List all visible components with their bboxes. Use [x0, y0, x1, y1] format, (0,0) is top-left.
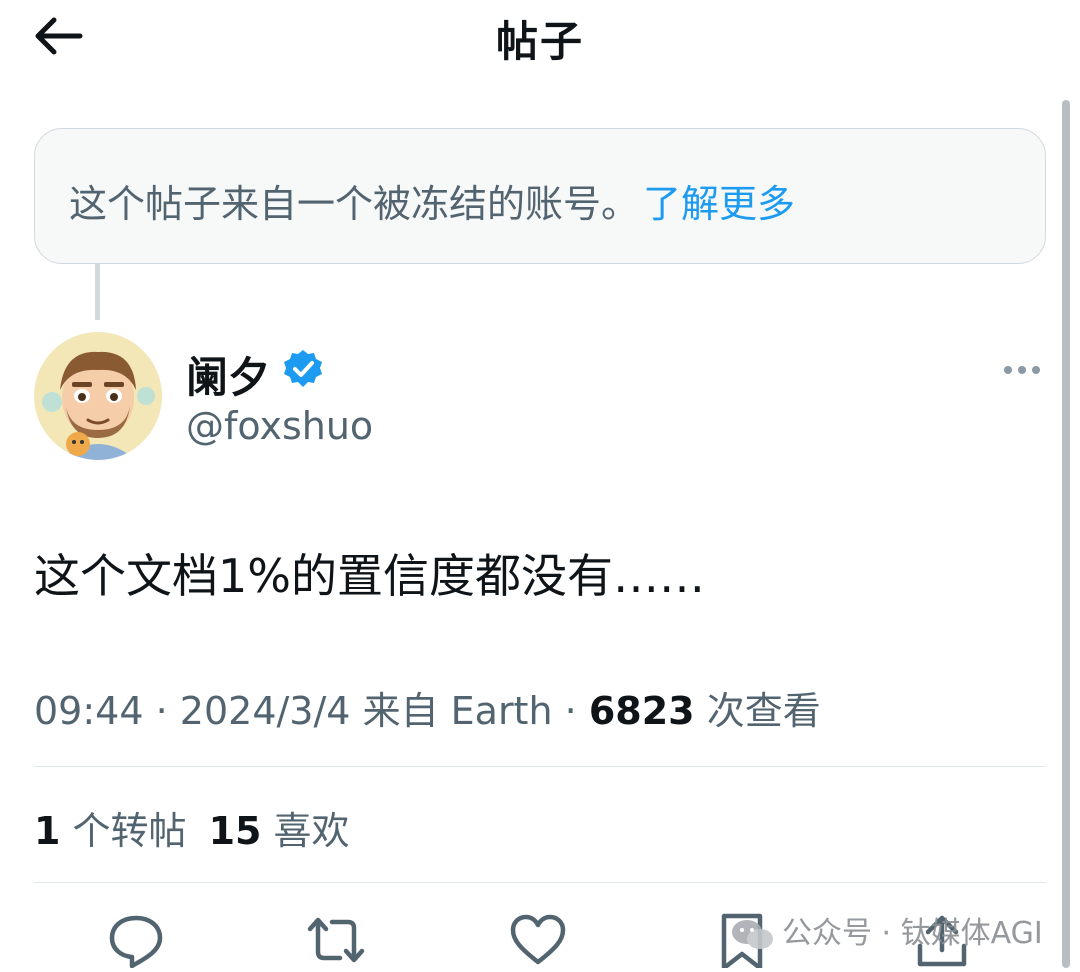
- author-handle[interactable]: @foxshuo: [186, 404, 373, 448]
- notice-text-wrapper: 这个帖子来自一个被冻结的账号。 了解更多: [69, 173, 795, 228]
- thread-connector: [95, 264, 100, 320]
- meta-separator: ·: [155, 689, 168, 733]
- engagement-stats: 1 个转帖 15 喜欢: [34, 800, 350, 855]
- author-name[interactable]: 阑夕: [186, 344, 270, 405]
- meta-separator: ·: [564, 689, 577, 733]
- likes-stat[interactable]: 15 喜欢: [209, 809, 350, 853]
- avatar-illustration: [34, 332, 162, 460]
- watermark: 公众号 · 钛媒体AGI: [730, 908, 1043, 952]
- post-meta: 09:44 · 2024/3/4 来自 Earth · 6823 次查看: [34, 680, 821, 735]
- divider: [34, 882, 1046, 883]
- frozen-account-notice: 这个帖子来自一个被冻结的账号。 了解更多: [34, 128, 1046, 264]
- reply-icon: [109, 915, 163, 969]
- like-label: 喜欢: [273, 809, 350, 853]
- like-button[interactable]: [508, 912, 568, 968]
- divider: [34, 766, 1046, 767]
- notice-text: 这个帖子来自一个被冻结的账号。: [69, 182, 640, 226]
- post-source: 来自 Earth: [362, 689, 553, 733]
- reposts-stat[interactable]: 1 个转帖: [34, 809, 187, 853]
- view-count: 6823: [588, 689, 695, 733]
- like-count: 15: [208, 809, 262, 853]
- post-time: 09:44: [34, 689, 144, 733]
- verified-badge-icon: [282, 348, 324, 390]
- reply-button[interactable]: [106, 912, 166, 969]
- learn-more-link[interactable]: 了解更多: [643, 182, 795, 226]
- post-date: 2024/3/4: [179, 689, 351, 733]
- repost-icon: [307, 917, 365, 963]
- wechat-icon: [732, 919, 773, 949]
- more-options-icon[interactable]: [1000, 358, 1044, 382]
- repost-label: 个转帖: [72, 809, 187, 853]
- avatar[interactable]: [34, 332, 162, 460]
- page-title: 帖子: [495, 17, 584, 66]
- repost-button[interactable]: [306, 912, 366, 968]
- view-label: 次查看: [706, 689, 821, 733]
- post-text: 这个文档1%的置信度都没有……: [34, 549, 705, 603]
- watermark-text: 公众号 · 钛媒体AGI: [782, 916, 1043, 951]
- scrollbar[interactable]: [1062, 100, 1070, 968]
- repost-count: 1: [34, 809, 61, 853]
- heart-icon: [510, 914, 566, 965]
